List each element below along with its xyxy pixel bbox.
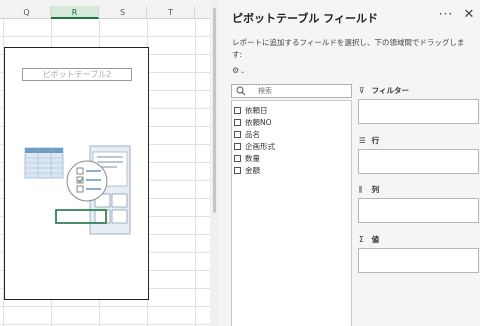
field-list: 依頼日 依頼NO 品名 企画形式 数量 金額 <box>231 100 352 326</box>
columns-icon: ⫼ <box>359 185 363 194</box>
instructions-text: レポートに追加するフィールドを選択し、下の領域間でドラッグします: <box>232 38 465 59</box>
field-label: 数量 <box>245 154 260 163</box>
field-item-irai-no[interactable]: 依頼NO <box>234 117 344 128</box>
columns-drop-zone[interactable] <box>358 198 479 223</box>
gear-icon: ⚙ <box>232 66 240 75</box>
field-checkbox[interactable] <box>234 131 241 138</box>
field-label: 金額 <box>245 166 260 175</box>
rows-area-text: 行 <box>371 136 380 145</box>
field-item-kikaku-keishiki[interactable]: 企画形式 <box>234 141 344 152</box>
field-settings-button[interactable]: ⚙⌄ <box>232 66 254 78</box>
columns-area-label: ⫼ 列 <box>359 184 379 196</box>
more-options-button[interactable]: ··· <box>438 7 454 23</box>
filter-area-text: フィルター <box>371 86 409 95</box>
sigma-icon: Σ <box>359 235 364 244</box>
field-checkbox[interactable] <box>234 119 241 126</box>
magnifier-graphic <box>66 160 108 202</box>
pivot-field-pane: ピボットテーブル フィールド ··· ✕ レポートに追加するフィールドを選択し、… <box>218 0 480 326</box>
column-header-q[interactable]: Q <box>3 6 51 19</box>
close-icon: ✕ <box>463 7 475 22</box>
rows-area-label: ☰ 行 <box>359 135 379 147</box>
field-item-hinmei[interactable]: 品名 <box>234 129 344 140</box>
field-label: 依頼日 <box>245 106 268 115</box>
field-checkbox[interactable] <box>234 155 241 162</box>
column-header-t[interactable]: T <box>147 6 195 19</box>
close-button[interactable]: ✕ <box>461 7 477 23</box>
field-item-suryo[interactable]: 数量 <box>234 153 344 164</box>
values-drop-zone[interactable] <box>358 248 479 273</box>
pivot-table-placeholder[interactable]: ピボットテーブル2 <box>4 47 149 300</box>
field-checkbox[interactable] <box>234 107 241 114</box>
worksheet-area[interactable]: Q R S T ピボットテーブル2 <box>0 0 210 326</box>
search-input[interactable] <box>254 85 349 97</box>
chevron-down-icon: ⌄ <box>240 68 246 75</box>
values-area-label: Σ 値 <box>359 234 379 246</box>
rows-icon: ☰ <box>359 136 366 145</box>
rows-drop-zone[interactable] <box>358 149 479 174</box>
pane-divider[interactable] <box>210 0 218 326</box>
columns-area-text: 列 <box>371 185 380 194</box>
field-search-box[interactable] <box>231 84 352 98</box>
filter-icon: ⊽ <box>359 86 365 95</box>
column-header-row: Q R S T <box>0 6 210 19</box>
search-icon <box>236 86 246 96</box>
more-horizontal-icon: ··· <box>438 7 454 21</box>
field-label: 企画形式 <box>245 142 275 151</box>
scrollbar-thumb[interactable] <box>213 8 216 213</box>
table-graphic <box>24 147 64 179</box>
field-checkbox[interactable] <box>234 143 241 150</box>
field-item-kingaku[interactable]: 金額 <box>234 165 344 176</box>
values-area-text: 値 <box>371 235 380 244</box>
column-header-r[interactable]: R <box>51 6 99 19</box>
field-item-irai-bi[interactable]: 依頼日 <box>234 105 344 116</box>
field-label: 依頼NO <box>245 118 272 127</box>
field-checkbox[interactable] <box>234 167 241 174</box>
field-label: 品名 <box>245 130 260 139</box>
filter-drop-zone[interactable] <box>358 99 479 124</box>
pane-title: ピボットテーブル フィールド <box>232 12 378 25</box>
pivot-table-illustration <box>24 145 131 235</box>
pivot-table-name: ピボットテーブル2 <box>22 68 132 81</box>
column-header-s[interactable]: S <box>99 6 147 19</box>
filter-area-label: ⊽ フィルター <box>359 85 409 97</box>
